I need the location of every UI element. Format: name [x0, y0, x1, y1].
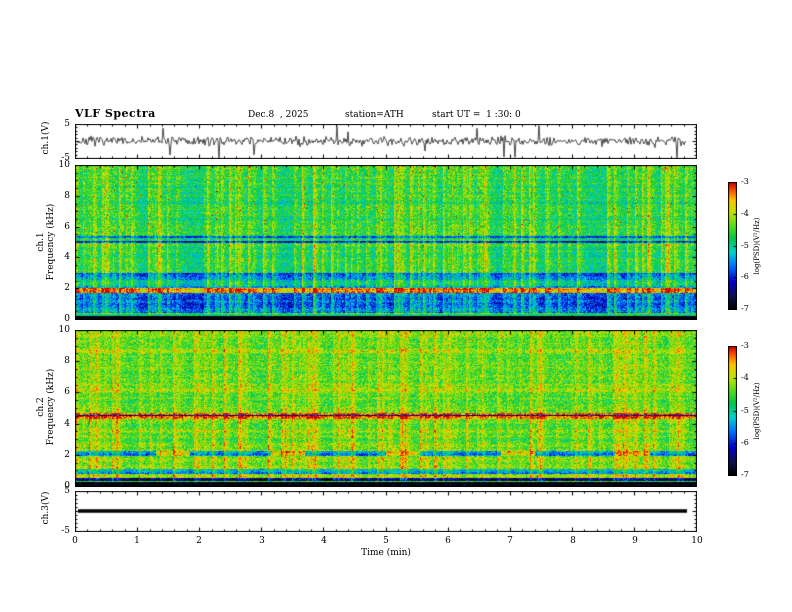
colorbar-tick-label: -3	[741, 341, 749, 350]
ch2-label: ch.2	[36, 397, 46, 417]
y-tick-label: 4	[64, 252, 70, 262]
ch1-spectrogram-panel	[75, 165, 697, 320]
y-tick-label: -5	[61, 526, 70, 536]
x-tick-label: 1	[134, 536, 140, 546]
x-tick-label: 8	[570, 536, 576, 546]
ch3-voltage-axis-label: ch.3(V)	[41, 491, 51, 525]
y-tick-label: 2	[64, 450, 70, 460]
y-tick-label: 8	[64, 191, 70, 201]
x-tick-label: 3	[259, 536, 265, 546]
ch1-voltage-axis-label: ch.1(V)	[41, 121, 51, 155]
ch1-colorbar-label: log(PSD)(V²/Hz)	[753, 217, 761, 275]
station-label: station=ATH	[345, 110, 404, 120]
ch1-colorbar	[728, 182, 737, 310]
y-tick-label: 0	[64, 314, 70, 324]
ch2-spectrogram-panel	[75, 330, 697, 487]
y-tick-label: 6	[64, 387, 70, 397]
x-tick-label: 5	[383, 536, 389, 546]
colorbar-tick-label: -5	[741, 241, 749, 250]
y-tick-label: 5	[64, 119, 70, 129]
y-tick-label: 10	[58, 325, 70, 335]
x-tick-label: 0	[72, 536, 78, 546]
ch1-label: ch.1	[36, 232, 46, 252]
ch2-colorbar-label: log(PSD)(V²/Hz)	[753, 382, 761, 440]
y-tick-label: 8	[64, 356, 70, 366]
time-axis-label: Time (min)	[361, 548, 411, 558]
y-tick-label: 6	[64, 222, 70, 232]
colorbar-tick-label: -7	[741, 304, 749, 313]
x-tick-label: 2	[196, 536, 202, 546]
colorbar-tick-label: -4	[741, 209, 749, 218]
ch1-waveform-panel	[75, 124, 697, 159]
y-tick-label: 4	[64, 419, 70, 429]
start-ut-label: start UT = 1 :30: 0	[432, 110, 521, 120]
x-tick-label: 4	[321, 536, 327, 546]
x-tick-label: 7	[507, 536, 513, 546]
colorbar-tick-label: -6	[741, 272, 749, 281]
x-tick-label: 6	[445, 536, 451, 546]
x-tick-label: 9	[632, 536, 638, 546]
y-tick-label: 0	[64, 481, 70, 491]
colorbar-tick-label: -6	[741, 438, 749, 447]
colorbar-tick-label: -3	[741, 177, 749, 186]
x-tick-label: 10	[691, 536, 703, 546]
ch3-panel	[75, 491, 697, 532]
date-label: Dec.8 , 2025	[248, 110, 309, 120]
colorbar-tick-label: -4	[741, 373, 749, 382]
vlf-spectra-figure: VLF Spectra Dec.8 , 2025 station=ATH sta…	[0, 0, 792, 612]
ch2-colorbar	[728, 346, 737, 476]
y-tick-label: 10	[58, 160, 70, 170]
colorbar-tick-label: -5	[741, 406, 749, 415]
figure-title: VLF Spectra	[75, 107, 156, 120]
colorbar-tick-label: -7	[741, 470, 749, 479]
y-tick-label: 2	[64, 283, 70, 293]
